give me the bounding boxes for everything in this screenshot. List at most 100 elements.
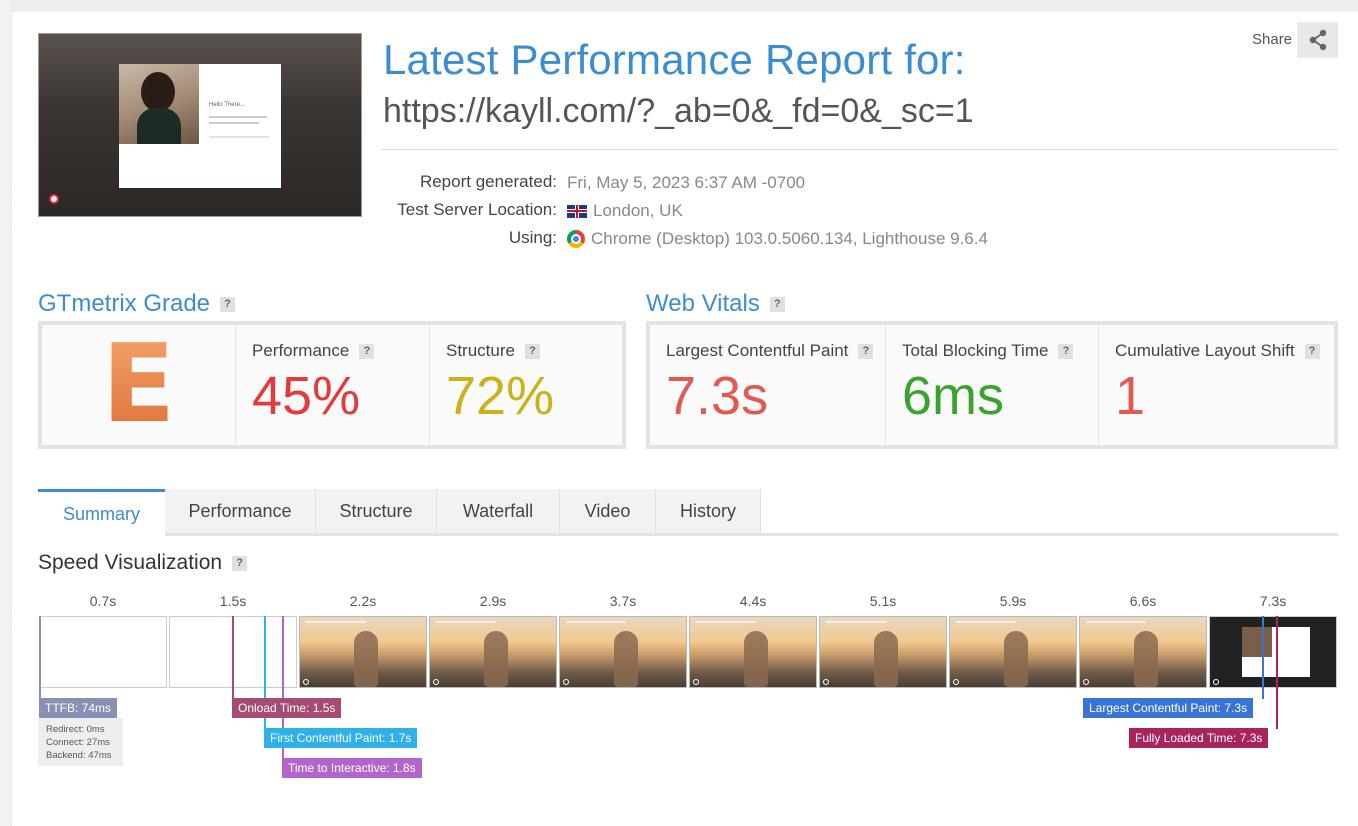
help-icon[interactable]: ?	[1304, 343, 1320, 359]
meta-report-generated: Report generated: Fri, May 5, 2023 6:37 …	[380, 172, 805, 194]
filmstrip-frame[interactable]	[559, 616, 687, 688]
tbt-label-row: Total Blocking Time ?	[902, 341, 1098, 361]
gtmetrix-grade-title: GTmetrix Grade	[38, 290, 211, 317]
tbt-value: 6ms	[902, 366, 1005, 426]
help-icon[interactable]: ?	[524, 343, 540, 359]
fcp-marker[interactable]: First Contentful Paint: 1.7s	[264, 728, 418, 748]
cls-label: Cumulative Layout Shift	[1115, 341, 1295, 360]
share-label[interactable]: Share	[1252, 31, 1292, 48]
help-icon[interactable]: ?	[769, 296, 785, 312]
lcp-line	[1262, 616, 1264, 699]
fully-loaded-marker[interactable]: Fully Loaded Time: 7.3s	[1129, 728, 1269, 748]
meta-label: Test Server Location:	[397, 200, 557, 219]
meta-value: Fri, May 5, 2023 6:37 AM -0700	[567, 172, 805, 194]
help-icon[interactable]: ?	[232, 555, 248, 571]
ttfb-breakdown: Redirect: 0ms Connect: 27ms Backend: 47m…	[38, 718, 123, 766]
filmstrip-frame[interactable]	[1209, 616, 1337, 688]
frame-time-label: 3.7s	[609, 593, 637, 609]
thumbnail-body	[137, 108, 181, 144]
filmstrip-frame[interactable]	[949, 616, 1077, 688]
location-text: London, UK	[593, 201, 683, 220]
thumbnail-text-line	[209, 122, 259, 124]
report-date: Fri, May 5, 2023 6:37 AM -0700	[567, 173, 806, 192]
frame-time-label: 0.7s	[89, 593, 117, 609]
meta-test-server-location: Test Server Location: London, UK	[380, 200, 683, 222]
window-top-edge	[0, 0, 1358, 12]
tti-marker[interactable]: Time to Interactive: 1.8s	[282, 758, 422, 778]
tab-waterfall[interactable]: Waterfall	[437, 489, 560, 533]
lcp-value: 7.3s	[666, 366, 769, 426]
browser-text: Chrome (Desktop) 103.0.5060.134, Lightho…	[591, 229, 988, 248]
thumbnail-badge-icon	[49, 194, 59, 204]
backend-time: Backend: 47ms	[46, 750, 112, 761]
structure-label-row: Structure ?	[446, 341, 622, 361]
structure-value: 72%	[446, 366, 555, 426]
performance-label: Performance	[252, 341, 350, 360]
tab-video[interactable]: Video	[560, 489, 656, 533]
tbt-metric: Total Blocking Time ? 6ms	[886, 325, 1099, 445]
frame-time-label: 1.5s	[219, 593, 247, 609]
frame-time-label: 2.2s	[349, 593, 377, 609]
tab-history[interactable]: History	[656, 489, 761, 533]
meta-label: Using:	[508, 228, 557, 247]
help-icon[interactable]: ?	[858, 343, 874, 359]
filmstrip-frame[interactable]	[429, 616, 557, 688]
help-icon[interactable]: ?	[220, 296, 236, 312]
tab-performance[interactable]: Performance	[165, 489, 316, 533]
filmstrip-frame[interactable]	[299, 616, 427, 688]
speed-visualization-title: Speed Visualization	[38, 551, 223, 574]
filmstrip-frame[interactable]	[39, 616, 167, 688]
frame-time-label: 5.9s	[999, 593, 1027, 609]
thumbnail-text-line	[209, 116, 267, 118]
filmstrip-frame[interactable]	[1079, 616, 1207, 688]
frame-time-label: 4.4s	[739, 593, 767, 609]
speed-visualization-heading: Speed Visualization ?	[38, 551, 248, 575]
thumbnail-photo	[119, 64, 199, 144]
redirect-time: Redirect: 0ms	[46, 724, 105, 735]
lcp-label: Largest Contentful Paint	[666, 341, 849, 360]
web-vitals-title: Web Vitals	[646, 290, 760, 317]
onload-line	[232, 616, 234, 699]
lcp-label-row: Largest Contentful Paint ?	[666, 341, 885, 361]
header-divider	[381, 149, 1338, 150]
page-screenshot-thumbnail[interactable]: Hello There...	[38, 33, 362, 217]
fully-loaded-line	[1276, 616, 1278, 729]
meta-value: Chrome (Desktop) 103.0.5060.134, Lightho…	[567, 228, 988, 250]
filmstrip-frame[interactable]	[689, 616, 817, 688]
share-icon	[1309, 29, 1326, 51]
ttfb-line	[39, 616, 41, 699]
thumbnail-face	[141, 72, 175, 112]
ttfb-marker[interactable]: TTFB: 74ms	[39, 698, 118, 718]
tab-structure[interactable]: Structure	[316, 489, 437, 533]
onload-marker[interactable]: Onload Time: 1.5s	[232, 698, 342, 718]
report-title: Latest Performance Report for:	[383, 36, 966, 83]
help-icon[interactable]: ?	[1058, 343, 1074, 359]
connect-time: Connect: 27ms	[46, 737, 110, 748]
lcp-metric: Largest Contentful Paint ? 7.3s	[650, 325, 886, 445]
share-button[interactable]	[1297, 22, 1338, 58]
gtmetrix-grade-panel: E Performance ? 45% Structure ? 72%	[38, 321, 626, 449]
structure-metric: Structure ? 72%	[430, 325, 622, 445]
tab-summary[interactable]: Summary	[38, 489, 165, 536]
cls-value: 1	[1115, 366, 1146, 426]
frame-time-label: 2.9s	[479, 593, 507, 609]
help-icon[interactable]: ?	[359, 343, 375, 359]
thumbnail-hello-text: Hello There...	[209, 102, 245, 108]
thumbnail-popup: Hello There...	[119, 64, 281, 188]
window-left-edge	[0, 0, 12, 826]
filmstrip-frame[interactable]	[819, 616, 947, 688]
structure-label: Structure	[446, 341, 515, 360]
uk-flag-icon	[567, 204, 587, 218]
tbt-label: Total Blocking Time	[902, 341, 1049, 360]
chrome-icon	[567, 230, 585, 248]
cls-label-row: Cumulative Layout Shift ?	[1115, 341, 1334, 361]
grade-cell: E	[42, 325, 236, 445]
performance-label-row: Performance ?	[252, 341, 429, 361]
gtmetrix-grade-heading: GTmetrix Grade ?	[38, 290, 236, 318]
thumbnail-input-line	[209, 136, 269, 138]
grade-letter: E	[101, 322, 176, 447]
meta-using: Using: Chrome (Desktop) 103.0.5060.134, …	[380, 228, 988, 250]
web-vitals-heading: Web Vitals ?	[646, 290, 785, 318]
web-vitals-panel: Largest Contentful Paint ? 7.3s Total Bl…	[646, 321, 1338, 449]
lcp-marker[interactable]: Largest Contentful Paint: 7.3s	[1083, 698, 1254, 718]
